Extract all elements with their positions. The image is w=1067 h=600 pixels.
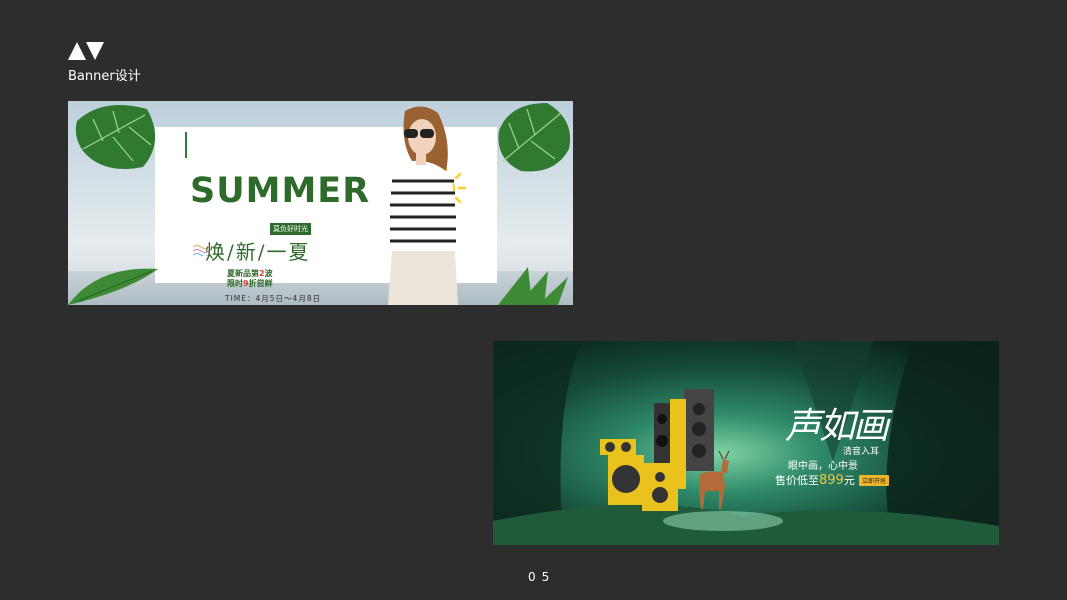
page-title: Banner设计 bbox=[68, 69, 141, 84]
price-unit: 元 bbox=[843, 474, 855, 487]
summer-headline: SUMMER bbox=[190, 171, 371, 211]
decor-line bbox=[185, 132, 189, 158]
promo-line1-text: 夏新品第 bbox=[227, 269, 259, 278]
speaker-price: 售价低至899元 bbox=[775, 472, 855, 488]
monstera-leaf-top-right bbox=[498, 103, 571, 172]
summer-banner: SUMMER 莫负好时光 焕/新/一夏 夏新品第2波 限时9折尝鲜 TIME：4… bbox=[68, 101, 573, 305]
promo-time: TIME：4月5日～4月8日 bbox=[225, 294, 322, 303]
speaker-sub2: 眼中画，心中景 bbox=[788, 461, 858, 472]
buy-now-button[interactable]: 立即开抢 bbox=[859, 475, 890, 486]
forest-background bbox=[493, 341, 999, 545]
page-number: 05 bbox=[528, 570, 556, 584]
model-figure bbox=[388, 106, 458, 305]
brand-logo-icon bbox=[68, 42, 104, 60]
palm-leaf-bottom-left bbox=[68, 268, 158, 305]
palm-leaf-bottom-right bbox=[498, 267, 568, 305]
promo-line1-suffix: 波 bbox=[264, 269, 273, 278]
summer-slogan: 焕/新/一夏 bbox=[205, 240, 311, 264]
promo-line2-suffix: 折尝鲜 bbox=[248, 279, 273, 288]
speaker-sub1: 清音入耳 bbox=[843, 447, 880, 457]
speaker-banner: 声如画 清音入耳 眼中画，心中景 售价低至899元 立即开抢 bbox=[493, 341, 999, 545]
promo-line2-text: 限时 bbox=[227, 279, 243, 288]
price-prefix: 售价低至 bbox=[775, 474, 819, 487]
promo-info: 夏新品第2波 限时9折尝鲜 bbox=[227, 269, 273, 289]
summer-tag: 莫负好时光 bbox=[270, 223, 311, 235]
speaker-title: 声如画 bbox=[785, 406, 889, 447]
monstera-leaf-top-left bbox=[75, 105, 156, 169]
deer-image bbox=[699, 451, 730, 509]
price-number: 899 bbox=[819, 473, 844, 488]
